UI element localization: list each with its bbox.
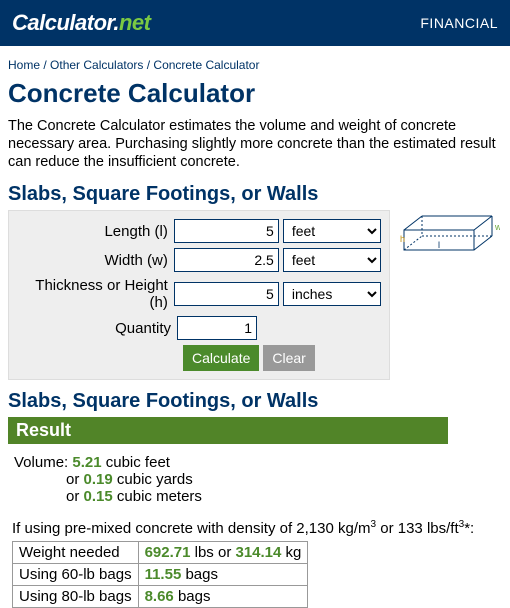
bags60-value: 11.55 bags: [138, 564, 308, 586]
section-slabs-title: Slabs, Square Footings, or Walls: [8, 183, 502, 206]
height-unit-select[interactable]: inches: [283, 282, 381, 306]
page-content: Home / Other Calculators / Concrete Calc…: [0, 46, 510, 608]
breadcrumb: Home / Other Calculators / Concrete Calc…: [8, 58, 502, 72]
result-bar: Result: [8, 417, 448, 444]
logo-text-right: net: [119, 10, 151, 35]
quantity-label: Quantity: [17, 320, 177, 337]
length-label: Length (l): [17, 223, 174, 240]
volume-m3: or 0.15 cubic meters: [66, 488, 502, 505]
nav-financial[interactable]: FINANCIAL: [420, 15, 498, 31]
svg-text:l: l: [438, 240, 440, 250]
clear-button[interactable]: Clear: [263, 345, 314, 371]
table-row: Weight needed 692.71 lbs or 314.14 kg: [13, 542, 308, 564]
table-row: Using 60-lb bags 11.55 bags: [13, 564, 308, 586]
site-logo[interactable]: Calculator.net: [12, 10, 150, 36]
weight-label: Weight needed: [13, 542, 139, 564]
density-note: If using pre-mixed concrete with density…: [12, 519, 502, 537]
width-input[interactable]: [174, 248, 279, 272]
breadcrumb-current[interactable]: Concrete Calculator: [153, 58, 259, 72]
width-label: Width (w): [17, 252, 174, 269]
result-section-title: Slabs, Square Footings, or Walls: [8, 390, 502, 413]
input-panel: Length (l) feet Width (w) feet Thickness…: [8, 210, 390, 380]
weight-table: Weight needed 692.71 lbs or 314.14 kg Us…: [12, 541, 308, 608]
bags60-label: Using 60-lb bags: [13, 564, 139, 586]
length-input[interactable]: [174, 219, 279, 243]
intro-text: The Concrete Calculator estimates the vo…: [8, 117, 502, 171]
svg-text:w: w: [494, 222, 500, 232]
logo-text-left: Calculator.: [12, 10, 119, 35]
svg-text:h: h: [400, 234, 405, 244]
breadcrumb-home[interactable]: Home: [8, 58, 40, 72]
breadcrumb-other[interactable]: Other Calculators: [50, 58, 143, 72]
topbar: Calculator.net FINANCIAL: [0, 0, 510, 46]
page-title: Concrete Calculator: [8, 78, 502, 109]
length-unit-select[interactable]: feet: [283, 219, 381, 243]
slab-diagram: h l w: [400, 212, 500, 265]
breadcrumb-sep: /: [40, 58, 50, 72]
calculate-button[interactable]: Calculate: [183, 345, 259, 371]
volume-yd3: or 0.19 cubic yards: [66, 471, 502, 488]
quantity-input[interactable]: [177, 316, 257, 340]
breadcrumb-sep2: /: [143, 58, 153, 72]
width-unit-select[interactable]: feet: [283, 248, 381, 272]
height-input[interactable]: [174, 282, 279, 306]
weight-value: 692.71 lbs or 314.14 kg: [138, 542, 308, 564]
volume-ft3: Volume: 5.21 cubic feet: [14, 454, 502, 471]
height-label: Thickness or Height (h): [17, 277, 174, 311]
